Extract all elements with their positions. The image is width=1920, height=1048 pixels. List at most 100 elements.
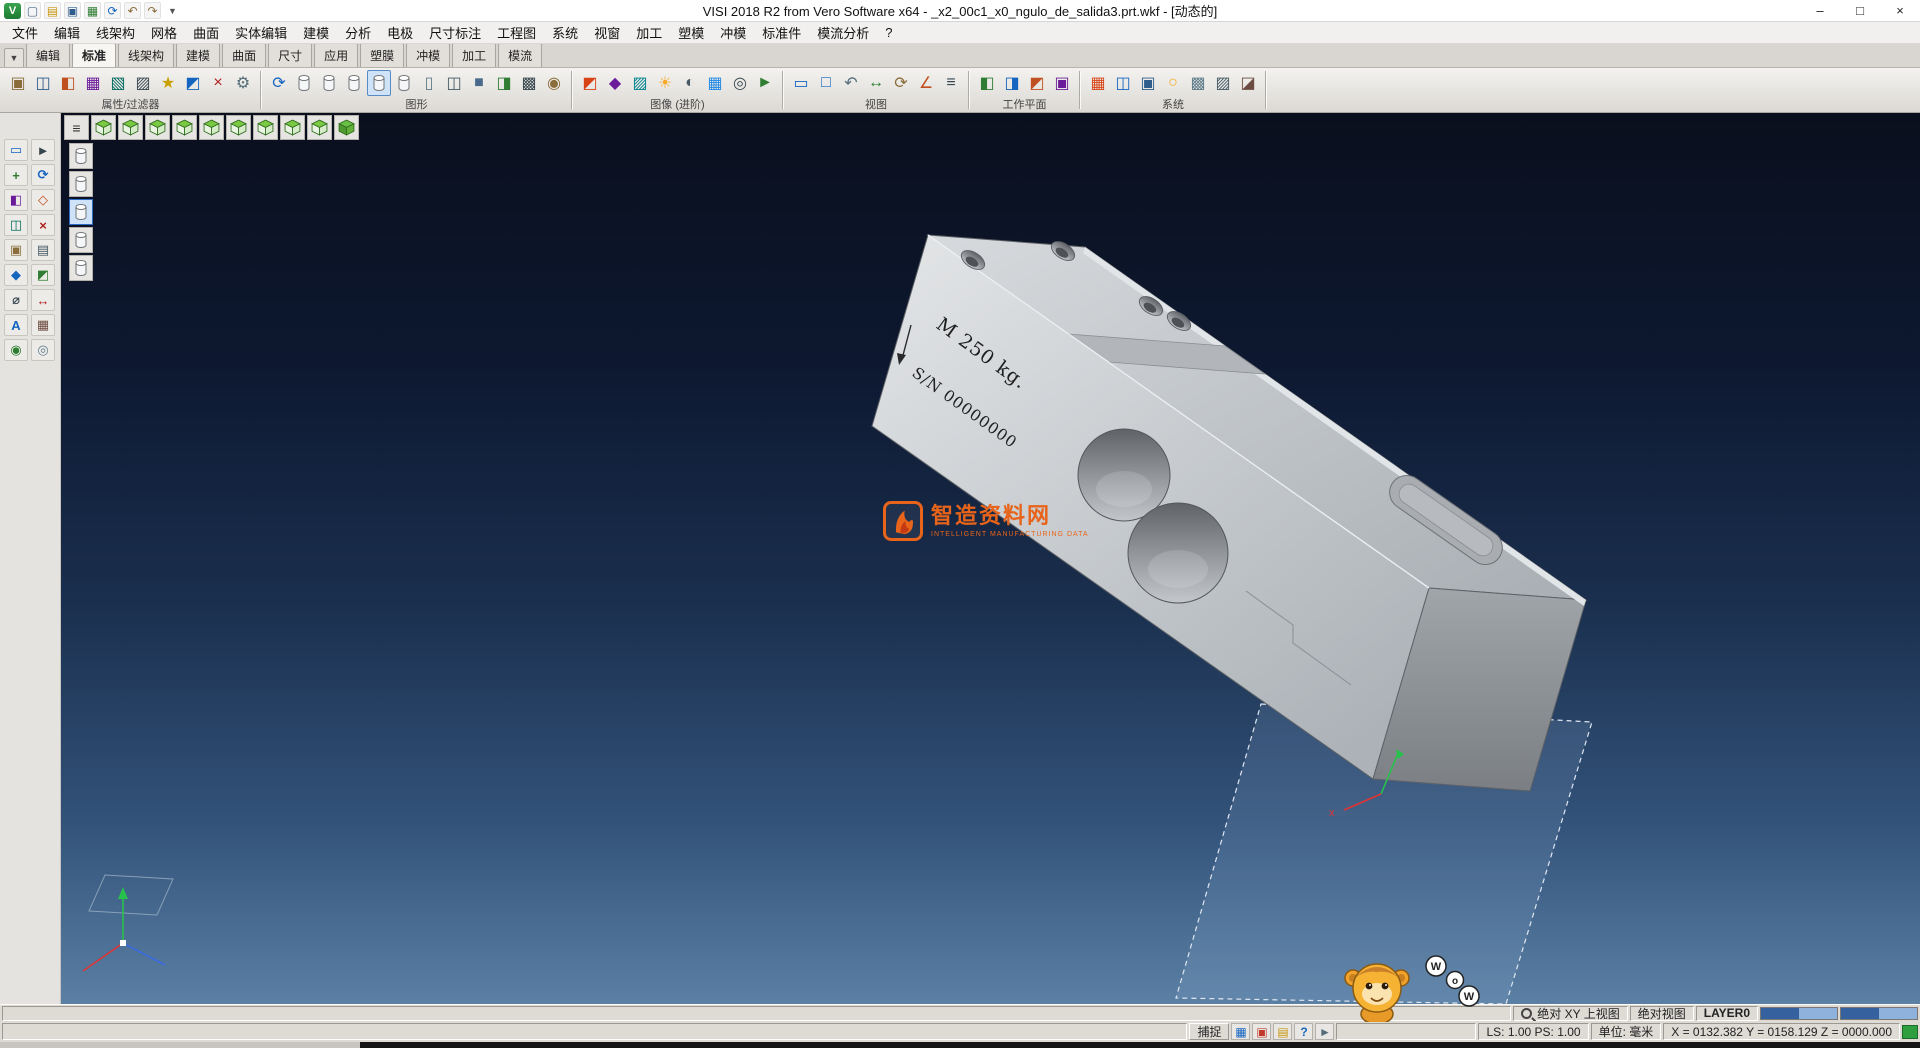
grid-settings-icon[interactable]: ▩ [1186,70,1210,96]
rotate-view-icon[interactable]: ⟳ [889,70,913,96]
zoom-window-icon[interactable]: ▭ [4,139,28,161]
menu-item-17[interactable]: 模流分析 [809,21,877,44]
trim-icon[interactable]: ▣ [4,239,28,261]
camera-icon[interactable]: ◎ [728,70,752,96]
menu-item-0[interactable]: 文件 [4,21,46,44]
menu-item-7[interactable]: 分析 [337,21,379,44]
rotate-entity-icon[interactable]: ◇ [31,189,55,211]
dimension-icon[interactable]: ↔ [31,289,55,311]
view-right-icon[interactable] [172,115,197,140]
animation-icon[interactable]: ► [753,70,777,96]
transparent-view-icon[interactable] [392,70,416,96]
select-entity-icon[interactable]: ► [31,139,55,161]
chamfer-icon[interactable]: ◩ [31,264,55,286]
tab-2[interactable]: 线架构 [118,43,174,67]
view-filter-button-2[interactable] [69,171,93,197]
snapshot-icon[interactable]: ◉ [542,70,566,96]
extend-icon[interactable]: ▤ [31,239,55,261]
menu-item-18[interactable]: ? [877,23,900,42]
text-icon[interactable]: A [4,314,28,336]
environment-icon[interactable]: ▦ [703,70,727,96]
3d-viewport[interactable]: M 250 kg. S/N 00000000 x ≡ [61,113,1920,1004]
info-icon[interactable]: ◎ [31,339,55,361]
light-toggle-icon[interactable]: ○ [1161,70,1185,96]
tab-3[interactable]: 建模 [176,43,220,67]
render-advanced-icon[interactable]: ◩ [578,70,602,96]
menu-item-16[interactable]: 标准件 [754,21,809,44]
undo-icon[interactable]: ↶ [124,2,141,19]
error-log-icon[interactable]: ▣ [1252,1023,1271,1040]
view-axonometric-icon[interactable] [280,115,305,140]
quick-access-dropdown-icon[interactable]: ▼ [164,6,181,16]
session-info-icon[interactable]: ▤ [1273,1023,1292,1040]
minimize-button[interactable]: – [1800,0,1840,21]
display-pair-icon[interactable]: ◨ [492,70,516,96]
lighting-icon[interactable]: ☀ [653,70,677,96]
tab-6[interactable]: 应用 [314,43,358,67]
workplane-standard-icon[interactable]: ◧ [975,70,999,96]
maximize-button[interactable]: □ [1840,0,1880,21]
solid-display-icon[interactable]: ■ [467,70,491,96]
perspective-icon[interactable]: ◪ [1236,70,1260,96]
dynamic-render-icon[interactable] [367,70,391,96]
close-button[interactable]: × [1880,0,1920,21]
workplane-manager-icon[interactable]: ▣ [1050,70,1074,96]
view-normal-icon[interactable]: ∠ [914,70,938,96]
workplane-entity-icon[interactable]: ◨ [1000,70,1024,96]
filter-type-icon[interactable]: ▧ [106,70,130,96]
view-filter-button-3[interactable] [69,199,93,225]
menu-item-10[interactable]: 工程图 [489,21,544,44]
filter-layer-icon[interactable]: ▦ [81,70,105,96]
filter-element-icon[interactable]: ▨ [131,70,155,96]
saved-views-icon[interactable]: ≡ [939,70,963,96]
mirror-icon[interactable]: ◧ [4,189,28,211]
textures-icon[interactable]: ▨ [628,70,652,96]
fillet-icon[interactable]: ◆ [4,264,28,286]
tab-dropdown-icon[interactable]: ▼ [4,48,24,67]
materials-icon[interactable]: ◆ [603,70,627,96]
tab-1[interactable]: 标准 [72,43,116,67]
active-layer-indicator[interactable]: LAYER0 [1696,1006,1758,1021]
shaded-view-icon[interactable] [342,70,366,96]
menu-item-9[interactable]: 尺寸标注 [421,21,489,44]
view-filter-button-1[interactable] [69,143,93,169]
view-filter-button-4[interactable] [69,227,93,253]
draft-view-icon[interactable]: ▯ [417,70,441,96]
copy-entity-icon[interactable]: ◫ [4,214,28,236]
pan-view-icon[interactable]: ↔ [864,70,888,96]
pointer-mode-icon[interactable]: ► [1315,1023,1334,1040]
view-trimetric-icon[interactable] [307,115,332,140]
tab-7[interactable]: 塑膜 [360,43,404,67]
view-lock-indicator[interactable]: 绝对 XY 上视图 [1513,1006,1627,1021]
filter-settings-icon[interactable]: ⚙ [231,70,255,96]
menu-item-4[interactable]: 曲面 [185,21,227,44]
save-icon[interactable]: ▣ [64,2,81,19]
tab-5[interactable]: 尺寸 [268,43,312,67]
view-iso-icon[interactable] [91,115,116,140]
menu-item-12[interactable]: 视窗 [586,21,628,44]
attributes-edit-icon[interactable]: ▣ [6,70,30,96]
measure-icon[interactable]: ⌀ [4,289,28,311]
color-table-icon[interactable]: ▦ [1086,70,1110,96]
tab-8[interactable]: 冲模 [406,43,450,67]
display-settings-icon[interactable]: ▦ [1231,1023,1250,1040]
zoom-previous-icon[interactable]: ↶ [839,70,863,96]
group-icon[interactable]: ◉ [4,339,28,361]
view-top-icon[interactable] [118,115,143,140]
multi-view-icon[interactable]: ◫ [442,70,466,96]
tab-10[interactable]: 模流 [498,43,542,67]
zoom-extents-icon[interactable]: ▭ [789,70,813,96]
delete-entity-icon[interactable]: × [31,214,55,236]
menu-item-8[interactable]: 电极 [379,21,421,44]
selection-options-icon[interactable]: ▣ [1136,70,1160,96]
hatch-pattern-icon[interactable]: ▨ [1211,70,1235,96]
view-bottom-icon[interactable] [253,115,278,140]
attributes-copy-icon[interactable]: ◫ [31,70,55,96]
tab-4[interactable]: 曲面 [222,43,266,67]
view-menu-icon[interactable]: ≡ [64,115,89,140]
filter-invert-icon[interactable]: ◩ [181,70,205,96]
plot-icon[interactable]: ▦ [84,2,101,19]
hatch-icon[interactable]: ▦ [31,314,55,336]
redraw-icon[interactable]: ⟳ [267,70,291,96]
menu-item-11[interactable]: 系统 [544,21,586,44]
